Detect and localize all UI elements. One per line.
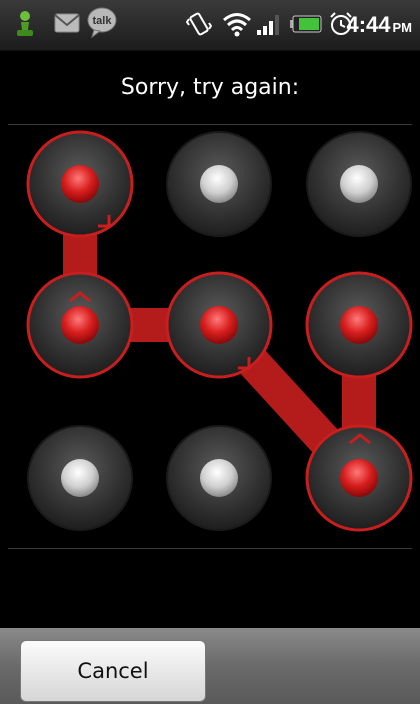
pattern-dot-active [340,306,378,344]
pattern-node-4[interactable] [26,271,134,379]
talk-label: talk [93,15,113,27]
ampm-text: PM [392,20,413,35]
wifi-icon [222,11,252,41]
pattern-dot-inactive [340,165,378,203]
pattern-node-1[interactable] [26,130,134,238]
pattern-dot-inactive [200,165,238,203]
pattern-node-9[interactable] [305,424,413,532]
pattern-node-3[interactable] [306,131,412,237]
pattern-canvas[interactable] [0,125,420,549]
time-text: 4:44 [346,12,391,37]
gmail-icon [54,13,80,37]
signal-icon [256,12,284,40]
pattern-node-7[interactable] [27,425,133,531]
vibrate-icon [185,11,213,41]
status-bar: talk 4:44 PM [0,0,420,51]
talk-icon: talk [86,6,118,42]
cancel-button[interactable]: Cancel [20,640,206,702]
pattern-dot-active [61,306,99,344]
chess-pawn-notification-icon [12,10,38,44]
bottom-divider [8,548,412,549]
clock: 4:44 PM [346,12,412,38]
pattern-node-5[interactable] [165,271,273,379]
pattern-nodes [26,130,413,532]
pattern-dot-inactive [61,459,99,497]
pattern-node-8[interactable] [166,425,272,531]
pattern-dot-active [340,459,378,497]
pattern-dot-active [200,306,238,344]
battery-icon [290,15,322,37]
pattern-node-2[interactable] [166,131,272,237]
pattern-grid[interactable] [0,125,420,549]
pattern-node-6[interactable] [305,271,413,379]
pattern-dot-inactive [200,459,238,497]
pattern-dot-active [61,165,99,203]
unlock-prompt: Sorry, try again: [120,74,300,100]
